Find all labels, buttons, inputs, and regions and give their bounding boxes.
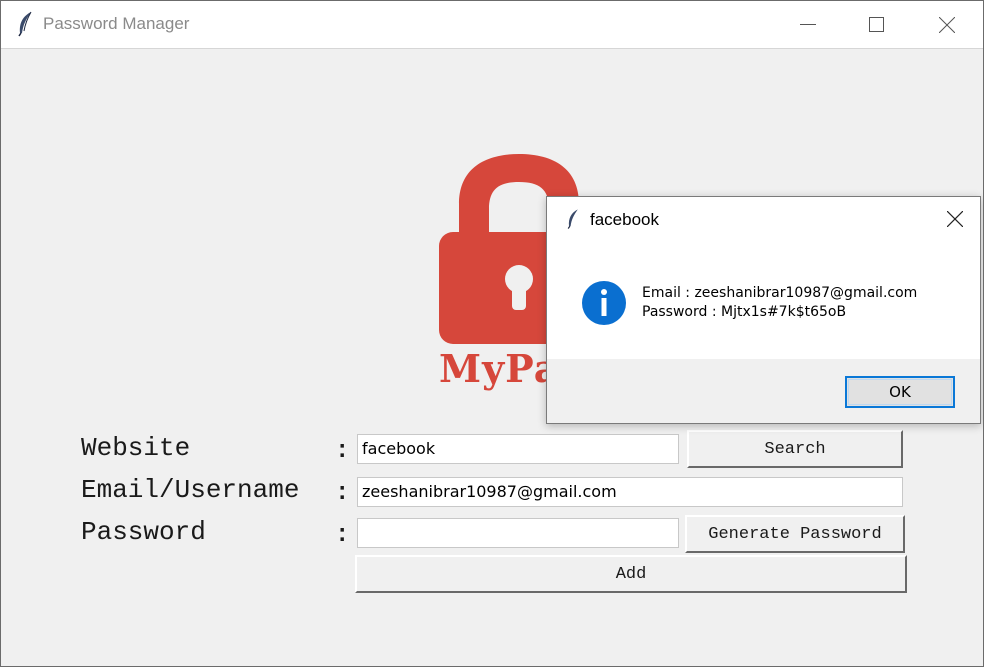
email-colon: : [335, 480, 350, 507]
dialog-message: Email : zeeshanibrar10987@gmail.com Pass… [642, 284, 917, 322]
password-label: Password [81, 517, 206, 547]
dialog-footer: OK [547, 359, 980, 423]
dialog-title: facebook [590, 210, 659, 229]
feather-icon [15, 11, 35, 37]
password-colon: : [335, 522, 350, 549]
window-titlebar[interactable]: Password Manager [1, 1, 983, 48]
info-icon [581, 280, 627, 326]
logo-text: MyPa [439, 346, 560, 391]
password-input[interactable] [357, 518, 679, 548]
generate-password-button[interactable]: Generate Password [685, 515, 905, 553]
password-manager-window: Password Manager MyPa Website Email/User… [0, 0, 984, 667]
website-label: Website [81, 433, 191, 463]
ok-button[interactable]: OK [845, 376, 955, 408]
website-colon: : [335, 438, 350, 465]
dialog-titlebar[interactable]: facebook [547, 197, 980, 243]
maximize-button[interactable] [854, 1, 900, 48]
add-button[interactable]: Add [355, 555, 907, 593]
website-input[interactable]: facebook [357, 434, 679, 464]
search-button[interactable]: Search [687, 430, 903, 468]
feather-icon [565, 208, 581, 230]
dialog-email-line: Email : zeeshanibrar10987@gmail.com [642, 285, 918, 301]
titlebar-divider [1, 48, 983, 49]
close-button[interactable] [924, 1, 970, 48]
dialog-password-line: Password : Mjtx1s#7k$t65oB [642, 304, 847, 320]
info-dialog: facebook Email : zeeshanibrar10987@gmail… [546, 196, 981, 424]
window-title: Password Manager [43, 14, 190, 33]
dialog-close-button[interactable] [941, 205, 969, 233]
minimize-button[interactable] [785, 1, 831, 48]
email-label: Email/Username [81, 475, 300, 505]
email-input[interactable]: zeeshanibrar10987@gmail.com [357, 477, 903, 507]
